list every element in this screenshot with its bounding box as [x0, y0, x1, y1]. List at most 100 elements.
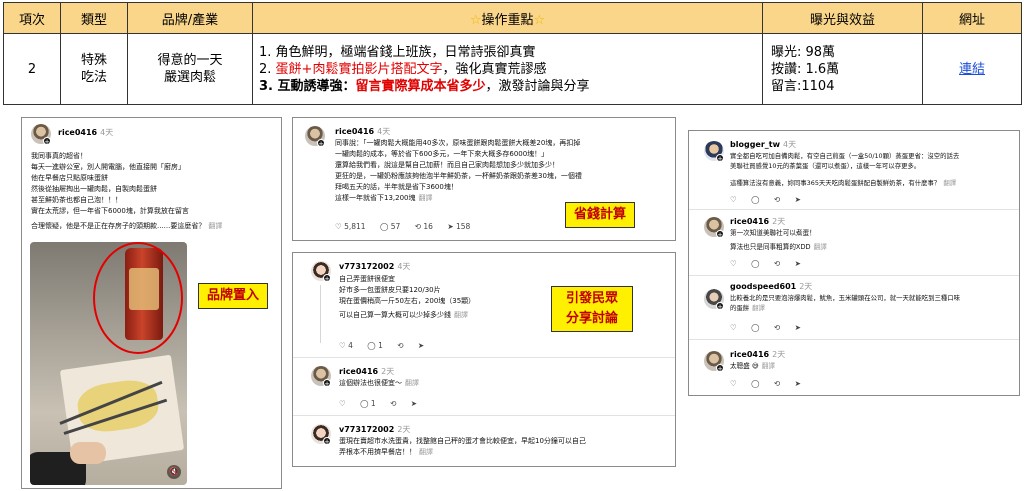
post-body: 我同事真的超省！ 每天一進辦公室，別人開電腦，他直接開「廚房」 他在早餐店只點原…: [31, 151, 222, 232]
comment-line: 蛋現在賣超市水洗蛋貴，找整館自己秤的蛋才會比較便宜，早起10分鐘可以自己: [339, 437, 586, 445]
comment-button[interactable]: ◯ 57: [380, 222, 400, 231]
callout-discussion: 引發民眾 分享討論: [551, 286, 633, 332]
like-button[interactable]: ♡: [730, 195, 737, 204]
reply-body: 同事說：「一罐肉鬆大概能用40多次，原味蛋餅跟肉鬆蛋餅大概差20塊，再扣掉 一罐…: [335, 138, 582, 204]
follow-plus-icon[interactable]: +: [323, 379, 331, 388]
share-button[interactable]: ➤: [795, 195, 801, 204]
comment-line: 弄根本不用擠早餐店！！ 翻譯: [339, 448, 433, 456]
comment-author[interactable]: rice0416 2天: [339, 366, 394, 377]
share-button[interactable]: ➤: [418, 341, 424, 350]
share-button[interactable]: ➤: [795, 379, 801, 388]
comment-time: 2天: [799, 282, 813, 291]
ops-2-suffix: ，強化真實荒謬感: [442, 61, 547, 77]
comment-actions: ♡ ◯ ⟲ ➤: [730, 323, 813, 332]
comment-actions: ♡ 4 ◯ 1 ⟲ ➤: [339, 341, 436, 350]
discussion-panel: + v773172002 4天 自己弄蛋餅很便宜 好市多一包蛋餅皮只要120/30…: [292, 252, 676, 467]
translate-link[interactable]: 翻譯: [208, 222, 222, 230]
post-line: 每天一進辦公室，別人開電腦，他直接開「廚房」: [31, 163, 185, 171]
repost-button[interactable]: ⟲: [774, 323, 780, 332]
comment-body: 第一次知道美聯社可以煮蛋！ 算法也只是同事粗算的XDD 翻譯: [730, 228, 827, 252]
repost-button[interactable]: ⟲: [774, 195, 780, 204]
comment-line: 第一次知道美聯社可以煮蛋！: [730, 229, 816, 237]
translate-link[interactable]: 翻譯: [419, 448, 433, 456]
comment-author[interactable]: goodspeed601 2天: [730, 281, 812, 292]
translate-link[interactable]: 翻譯: [814, 243, 827, 251]
follow-plus-icon[interactable]: +: [716, 364, 724, 373]
post-link[interactable]: 連結: [959, 62, 985, 77]
ops-3-bold: 互動誘導強：: [277, 78, 356, 94]
like-button[interactable]: ♡: [730, 323, 737, 332]
brand-line: 嚴選肉鬆: [163, 70, 216, 85]
share-button[interactable]: ➤: [795, 323, 801, 332]
comment-actions: ♡ ◯ 1 ⟲ ➤: [339, 399, 429, 408]
comment-author[interactable]: v773172002 2天: [339, 424, 410, 435]
header-type: 類型: [60, 2, 128, 34]
follow-plus-icon[interactable]: +: [43, 137, 51, 146]
comment-author[interactable]: v773172002 4天: [339, 261, 410, 272]
header-brand: 品牌/產業: [127, 2, 253, 34]
share-button[interactable]: ➤: [795, 259, 801, 268]
mute-icon[interactable]: 🔇: [167, 465, 181, 479]
post-line: 實在太荒謬，但一年省下6000塊，計算我放在留言: [31, 207, 189, 215]
comment-line: 這種算法沒有意義，妳同事365天天吃肉鬆蛋餅配自製鮮奶茶，有什麼事？ 翻譯: [730, 179, 957, 187]
ops-line-3: 3. 互動誘導強：留言實際算成本省多少，激發討論與分享: [259, 78, 762, 95]
comment-author[interactable]: rice0416 2天: [730, 349, 785, 360]
divider: [293, 415, 675, 416]
share-button[interactable]: ➤ 158: [447, 222, 470, 231]
hand: [70, 442, 106, 464]
post-author[interactable]: rice0416 4天: [58, 127, 113, 138]
table-row: 2 特殊 吃法 得意的一天 嚴選肉鬆 1. 角色鮮明，極端省錢上班族，日常詩張卻…: [3, 33, 1022, 105]
share-button[interactable]: ➤: [411, 399, 417, 408]
repost-button[interactable]: ⟲ 16: [415, 222, 433, 231]
comment-actions: ♡ ◯ ⟲ ➤: [730, 379, 813, 388]
follow-plus-icon[interactable]: +: [716, 154, 724, 163]
like-button[interactable]: ♡: [730, 379, 737, 388]
comment-button[interactable]: ◯: [751, 259, 759, 268]
cell-item: 2: [3, 33, 61, 105]
translate-link[interactable]: 翻譯: [454, 311, 468, 319]
translate-link[interactable]: 翻譯: [405, 379, 419, 387]
like-button[interactable]: ♡: [730, 259, 737, 268]
reply-time: 4天: [377, 127, 391, 136]
comment-time: 2天: [772, 217, 786, 226]
comment-button[interactable]: ◯: [751, 323, 759, 332]
translate-link[interactable]: 翻譯: [762, 362, 775, 370]
comment-time: 2天: [397, 425, 411, 434]
follow-plus-icon[interactable]: +: [716, 230, 724, 239]
follow-plus-icon[interactable]: +: [716, 302, 724, 311]
callout-savings-calc: 省錢計算: [565, 202, 635, 228]
like-button[interactable]: ♡ 4: [339, 341, 353, 350]
header-ops: ☆操作重點☆: [252, 2, 763, 34]
reply-author[interactable]: rice0416 4天: [335, 126, 390, 137]
brand-line: 得意的一天: [157, 53, 223, 68]
star-icon: ☆: [533, 12, 546, 28]
comment-button[interactable]: ◯: [751, 379, 759, 388]
thread-line: [320, 285, 321, 343]
callout-line: 引發民眾: [565, 291, 618, 306]
comment-button[interactable]: ◯ 1: [360, 399, 376, 408]
translate-link[interactable]: 翻譯: [943, 179, 956, 187]
comment-line: 美聯社買感覺10元的茶葉蛋（還可以煮蛋），這樣一年可以存更多。: [730, 162, 921, 170]
comment-button[interactable]: ◯: [751, 195, 759, 204]
comment-author[interactable]: blogger_tw 4天: [730, 139, 796, 150]
like-button[interactable]: ♡: [339, 399, 346, 408]
cell-brand: 得意的一天 嚴選肉鬆: [127, 33, 253, 105]
repost-button[interactable]: ⟲: [774, 379, 780, 388]
reply-line: 更狂的是，一罐奶粉應該夠他泡半年鮮奶茶，一杯鮮奶茶跟奶茶差30塊，一個禮: [335, 172, 582, 180]
header-url: 網址: [922, 2, 1022, 34]
comment-time: 2天: [381, 367, 395, 376]
comment-author[interactable]: rice0416 2天: [730, 216, 785, 227]
follow-plus-icon[interactable]: +: [323, 274, 331, 283]
translate-link[interactable]: 翻譯: [419, 194, 433, 202]
follow-plus-icon[interactable]: +: [323, 437, 331, 446]
header-ops-label: 操作重點: [481, 12, 534, 28]
repost-button[interactable]: ⟲: [390, 399, 396, 408]
comment-button[interactable]: ◯ 1: [367, 341, 383, 350]
ops-2-prefix: 2.: [259, 61, 276, 77]
like-button[interactable]: ♡ 5,811: [335, 222, 366, 231]
follow-plus-icon[interactable]: +: [317, 139, 325, 148]
repost-button[interactable]: ⟲: [774, 259, 780, 268]
exposure-comments: 留言:1104: [771, 78, 835, 94]
repost-button[interactable]: ⟲: [397, 341, 403, 350]
translate-link[interactable]: 翻譯: [752, 304, 765, 312]
